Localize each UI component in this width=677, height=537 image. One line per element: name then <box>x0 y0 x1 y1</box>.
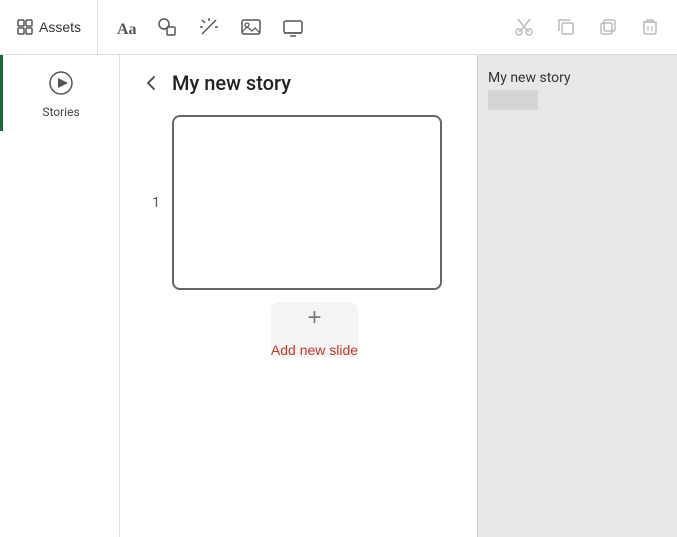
image-button[interactable] <box>232 8 270 46</box>
magic-icon <box>198 16 220 38</box>
media-button[interactable] <box>274 8 312 46</box>
shapes-button[interactable] <box>148 8 186 46</box>
assets-icon <box>16 18 34 36</box>
text-icon: Aa <box>114 16 136 38</box>
add-slide-button[interactable]: + Add new slide <box>271 302 358 358</box>
slide-number-1: 1 <box>140 195 160 211</box>
sidebar: Stories <box>0 55 120 537</box>
media-icon <box>282 16 304 38</box>
delete-button[interactable] <box>631 8 669 46</box>
slides-container: 1 + Add new slide <box>140 115 457 358</box>
main-area: Stories My new story 1 + Add new slide <box>0 55 677 537</box>
assets-label: Assets <box>39 19 81 35</box>
story-title: My new story <box>172 71 291 95</box>
cut-button[interactable] <box>505 8 543 46</box>
svg-text:Aa: Aa <box>117 21 136 38</box>
back-icon <box>144 75 160 91</box>
right-panel-tab <box>488 90 538 110</box>
magic-button[interactable] <box>190 8 228 46</box>
content-panel: My new story 1 + Add new slide <box>120 55 477 537</box>
add-slide-label: Add new slide <box>271 342 358 358</box>
content-header: My new story <box>140 71 291 95</box>
sidebar-item-stories[interactable]: Stories <box>0 55 119 131</box>
toolbar-assets-section: Assets <box>8 0 98 54</box>
cut-icon <box>513 16 535 38</box>
copy-button[interactable] <box>547 8 585 46</box>
copy-icon <box>555 16 577 38</box>
slide-row-1: 1 <box>140 115 457 290</box>
add-slide-plus-icon: + <box>298 302 330 334</box>
back-button[interactable] <box>140 73 164 93</box>
right-panel-title: My new story <box>488 70 571 86</box>
stories-label: Stories <box>42 105 79 119</box>
slide-thumbnail-1[interactable] <box>172 115 442 290</box>
image-icon <box>240 16 262 38</box>
shapes-icon <box>156 16 178 38</box>
assets-button[interactable]: Assets <box>8 8 89 46</box>
right-panel: My new story <box>477 55 677 537</box>
paste-button[interactable] <box>589 8 627 46</box>
toolbar: Assets Aa <box>0 0 677 55</box>
text-button[interactable]: Aa <box>106 8 144 46</box>
paste-icon <box>597 16 619 38</box>
play-icon <box>45 67 77 99</box>
toolbar-right <box>505 8 669 46</box>
delete-icon <box>639 16 661 38</box>
